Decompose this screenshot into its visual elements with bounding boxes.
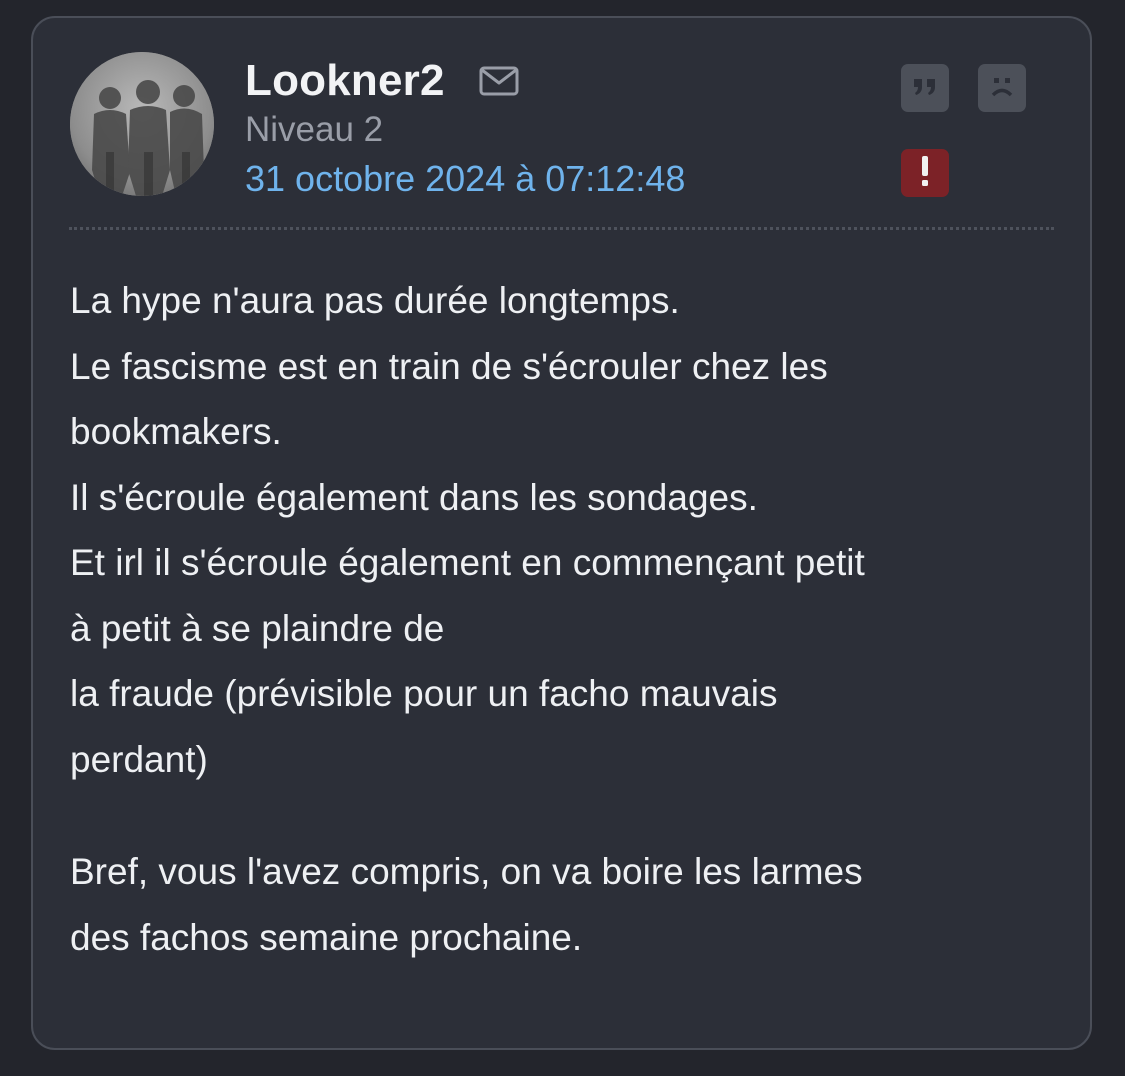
post-line: Bref, vous l'avez compris, on va boire l… <box>70 851 863 892</box>
post-line: Il s'écroule également dans les sondages… <box>70 476 758 518</box>
post-line: bookmakers. <box>70 411 282 452</box>
username-row: Lookner2 <box>245 52 519 110</box>
avatar[interactable] <box>70 52 214 196</box>
post-paragraph-2: Bref, vous l'avez compris, on va boire l… <box>70 839 1070 970</box>
sad-reaction-button[interactable] <box>978 64 1026 112</box>
exclamation-icon <box>920 155 930 192</box>
user-level: Niveau 2 <box>245 110 384 149</box>
post-line: des fachos semaine prochaine. <box>70 916 583 958</box>
post-line: Et irl il s'écroule également en commenç… <box>70 542 865 583</box>
post-line: perdant) <box>70 738 208 780</box>
post-line: à petit à se plaindre de <box>70 607 445 649</box>
quote-button[interactable] <box>901 64 949 112</box>
quote-icon <box>911 75 939 102</box>
post-paragraph-1: La hype n'aura pas durée longtemps. Le f… <box>70 268 1070 792</box>
post-line: la fraude (prévisible pour un facho mauv… <box>70 673 778 714</box>
post-line: La hype n'aura pas durée longtemps. <box>70 280 680 321</box>
post-line: Le fascisme est en train de s'écrouler c… <box>70 345 828 387</box>
sad-face-icon <box>986 71 1018 106</box>
report-button[interactable] <box>901 149 949 197</box>
avatar-photo <box>70 52 214 196</box>
post-card: Lookner2 Niveau 2 31 octobre 2024 à 07:1… <box>31 16 1092 1050</box>
mail-icon[interactable] <box>479 65 519 97</box>
post-date[interactable]: 31 octobre 2024 à 07:12:48 <box>245 158 685 200</box>
header-divider <box>69 227 1054 230</box>
post-body: La hype n'aura pas durée longtemps. Le f… <box>70 268 1070 970</box>
username[interactable]: Lookner2 <box>245 56 445 106</box>
